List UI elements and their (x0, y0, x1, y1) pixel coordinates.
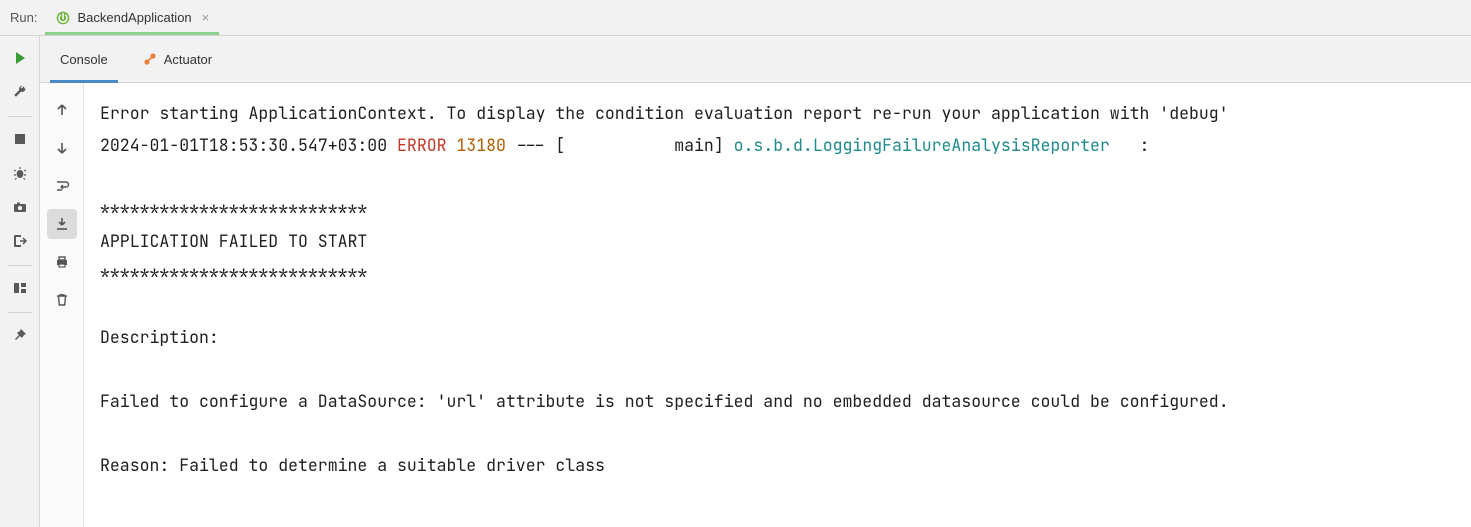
log-pid: 13180 (456, 134, 506, 156)
run-button[interactable] (6, 44, 34, 72)
stop-button[interactable] (6, 125, 34, 153)
soft-wrap-icon[interactable] (47, 171, 77, 201)
log-logger: o.s.b.d.LoggingFailureAnalysisReporter (734, 134, 1110, 156)
layout-icon[interactable] (6, 274, 34, 302)
tab-console[interactable]: Console (50, 36, 118, 82)
pin-icon[interactable] (6, 321, 34, 349)
actuator-icon (142, 51, 158, 67)
console-gutter (40, 83, 84, 527)
run-header: Run: BackendApplication × (0, 0, 1471, 36)
log-reason: Reason: Failed to determine a suitable d… (100, 454, 605, 476)
left-toolbar (0, 36, 40, 527)
log-stars: *************************** (100, 198, 367, 220)
log-stars2: *************************** (100, 262, 367, 284)
tab-actuator-label: Actuator (164, 52, 212, 67)
tab-console-label: Console (60, 52, 108, 67)
debug-icon[interactable] (6, 159, 34, 187)
scroll-to-end-icon[interactable] (47, 209, 77, 239)
spring-boot-icon (55, 10, 71, 26)
print-icon[interactable] (47, 247, 77, 277)
log-tail: : (1110, 134, 1150, 156)
scroll-up-icon[interactable] (47, 95, 77, 125)
run-config-tab[interactable]: BackendApplication × (45, 0, 219, 35)
close-icon[interactable]: × (202, 10, 210, 25)
log-desc-header: Description: (100, 326, 219, 348)
console-tabs: Console Actuator (40, 36, 1471, 83)
scroll-down-icon[interactable] (47, 133, 77, 163)
log-fail: APPLICATION FAILED TO START (100, 230, 367, 252)
log-timestamp: 2024-01-01T18:53:30.547+03:00 (100, 134, 387, 156)
tab-actuator[interactable]: Actuator (132, 36, 222, 82)
log-sep: --- [ main] (506, 134, 734, 156)
wrench-icon[interactable] (6, 78, 34, 106)
log-line: Error starting ApplicationContext. To di… (100, 102, 1229, 124)
console-output[interactable]: Error starting ApplicationContext. To di… (84, 83, 1471, 527)
run-label: Run: (0, 10, 45, 25)
trash-icon[interactable] (47, 285, 77, 315)
log-desc: Failed to configure a DataSource: 'url' … (100, 390, 1229, 412)
exit-icon[interactable] (6, 227, 34, 255)
camera-icon[interactable] (6, 193, 34, 221)
run-config-name: BackendApplication (77, 10, 191, 25)
log-level: ERROR (397, 134, 447, 156)
